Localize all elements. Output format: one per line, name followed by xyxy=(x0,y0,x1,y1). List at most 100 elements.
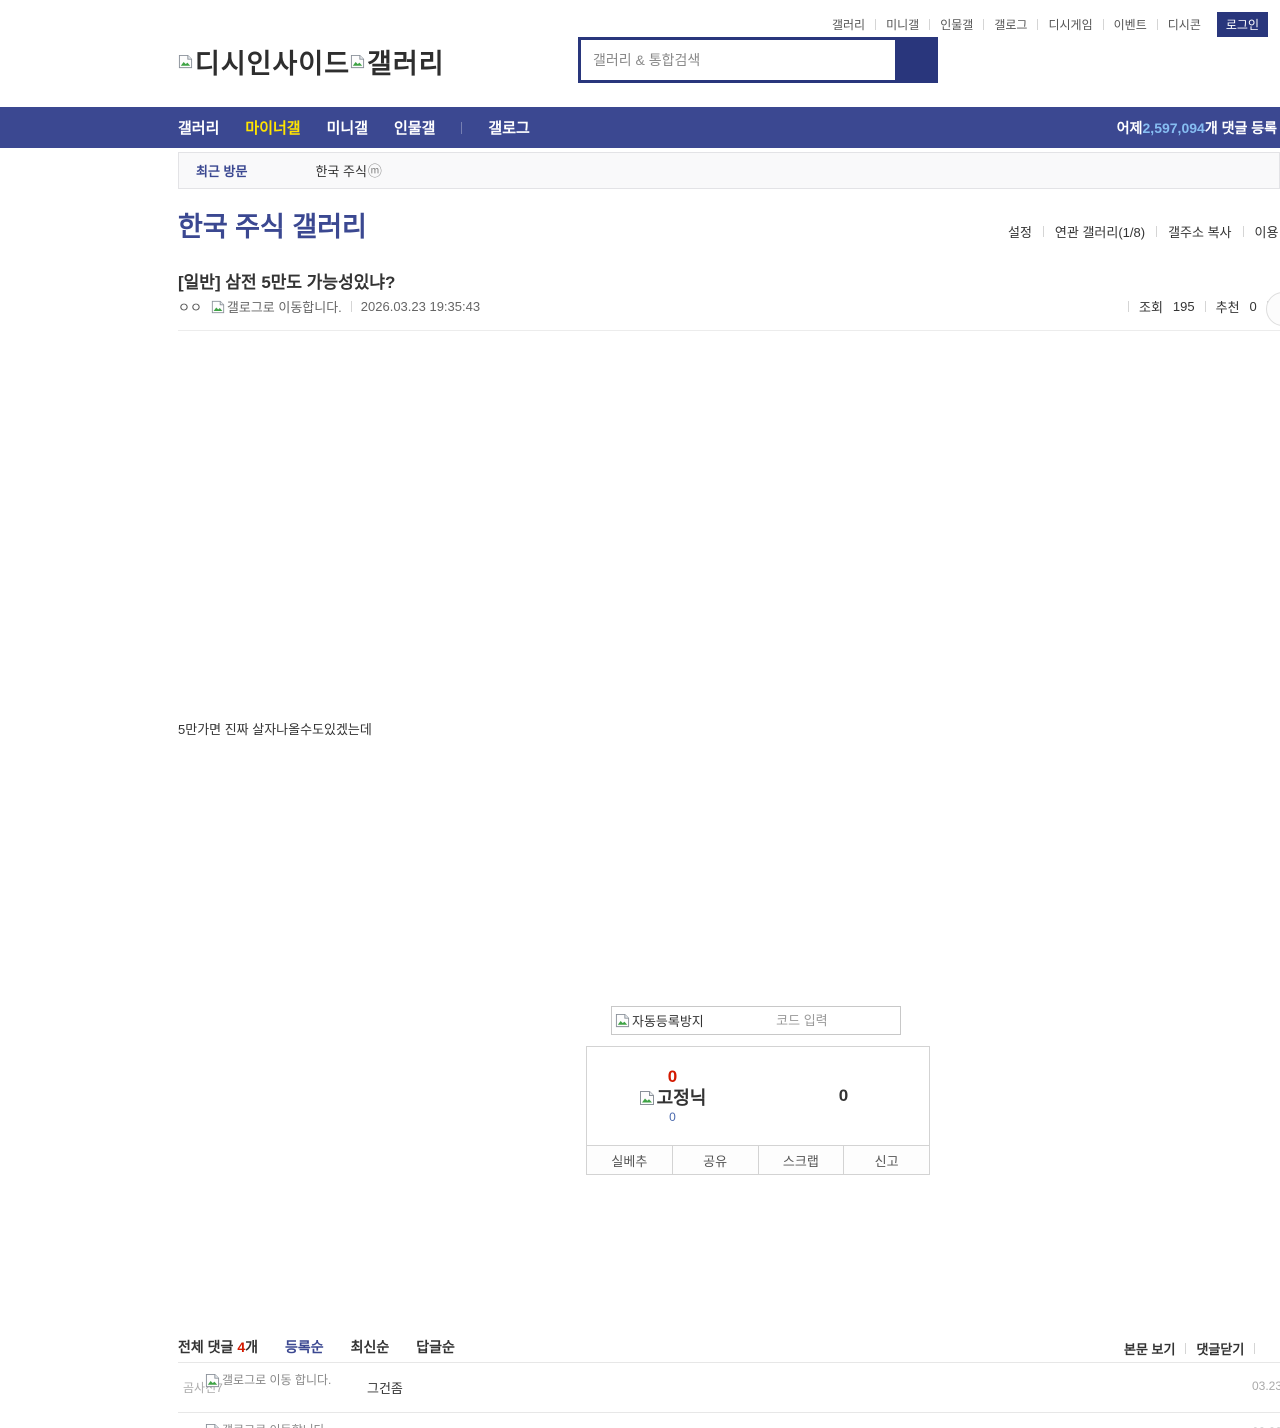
captcha-alt-text: 자동등록방지 xyxy=(632,1011,704,1030)
upvote-area: 0 고정닉 0 xyxy=(587,1047,758,1145)
divider xyxy=(1185,1343,1186,1354)
vote-box: 0 고정닉 0 0 xyxy=(586,1046,930,1146)
recent-visit-label[interactable]: 최근 방문 xyxy=(196,161,247,180)
rec-count: 0 xyxy=(1250,299,1257,314)
divider xyxy=(1037,19,1038,30)
broken-image-icon xyxy=(350,54,365,69)
post-body-text: 5만가면 진짜 살자나올수도있겠는데 xyxy=(178,719,372,738)
post-meta: ㅇㅇ 갤로그로 이동합니다. 2026.03.23 19:35:43 xyxy=(178,297,480,316)
comments-count: 4 xyxy=(237,1339,245,1355)
search-box xyxy=(578,37,938,83)
gallog-alt-text: 갤로그로 이동합니다. xyxy=(227,297,342,316)
broken-image-icon xyxy=(615,1013,630,1028)
divider xyxy=(1254,1343,1255,1354)
toplink-gallog[interactable]: 갤로그 xyxy=(994,16,1027,33)
stats-suffix: 개 댓글 등록 xyxy=(1205,118,1277,138)
recent-gallery-link[interactable]: 한국 주식 ⓜ xyxy=(315,161,381,181)
page: 갤러리 미니갤 인물갤 갤로그 디시게임 이벤트 디시콘 로그인 디시인사이드 … xyxy=(0,0,1280,1428)
post-meta-right: 조회 195 추천 0 xyxy=(1128,297,1268,316)
top-utility-bar: 갤러리 미니갤 인물갤 갤로그 디시게임 이벤트 디시콘 로그인 xyxy=(832,12,1268,37)
divider xyxy=(178,330,1280,331)
gallog-link[interactable]: 갤로그로 이동 합니다. xyxy=(205,1372,337,1388)
recent-visit-bar: 최근 방문 한국 주식 ⓜ xyxy=(178,152,1280,189)
divider xyxy=(1128,301,1129,312)
nav-item-gallog[interactable]: 갤로그 xyxy=(488,117,529,138)
toplink-dcgame[interactable]: 디시게임 xyxy=(1048,16,1092,33)
divider xyxy=(1043,226,1044,237)
divider xyxy=(178,1362,1280,1363)
comment-text: 세번이 xyxy=(367,1424,403,1428)
rec-label: 추천 xyxy=(1216,297,1240,316)
search-input[interactable] xyxy=(581,40,895,80)
post-action-buttons: 실베추 공유 스크랩 신고 xyxy=(586,1145,930,1175)
sort-registered[interactable]: 등록순 xyxy=(285,1337,324,1357)
comment-row: 곰사진7 갤로그로 이동 합니다. 그건좀 03.23 xyxy=(178,1370,1280,1412)
post-date: 2026.03.23 19:35:43 xyxy=(361,299,480,314)
views-label: 조회 xyxy=(1139,297,1163,316)
toplink-event[interactable]: 이벤트 xyxy=(1114,16,1147,33)
gallery-links: 설정 연관 갤러리(1/8) 갤주소 복사 이용 xyxy=(1008,222,1278,241)
divider xyxy=(1205,301,1206,312)
post-title: [일반] 삼전 5만도 가능성있냐? xyxy=(178,268,395,293)
comment-stats: 어제 2,597,094 개 댓글 등록 xyxy=(1117,107,1277,148)
related-gallery-link[interactable]: 연관 갤러리(1/8) xyxy=(1055,222,1145,241)
post-author[interactable]: ㅇㅇ xyxy=(178,297,202,316)
fixed-nick-row: 고정닉 xyxy=(639,1087,707,1109)
nav-item-minigall[interactable]: 미니갤 xyxy=(327,117,368,138)
minor-gallery-badge-icon: ⓜ xyxy=(368,161,382,181)
broken-image-icon xyxy=(205,1373,220,1388)
divider xyxy=(178,1412,1280,1413)
captcha-code-input[interactable] xyxy=(704,1013,900,1028)
toplink-minigall[interactable]: 미니갤 xyxy=(886,16,919,33)
downvote-area: 0 xyxy=(758,1047,929,1145)
view-post-link[interactable]: 본문 보기 xyxy=(1124,1339,1175,1358)
logo-text-gallery: 갤러리 xyxy=(367,42,445,81)
divider xyxy=(351,301,352,312)
divider xyxy=(1103,19,1104,30)
nav-item-gallery[interactable]: 갤러리 xyxy=(178,117,219,138)
comment-text: 그건좀 xyxy=(367,1378,403,1397)
divider xyxy=(929,19,930,30)
comment-date: 03.23 xyxy=(1252,1379,1280,1393)
broken-image-icon xyxy=(178,54,193,69)
recent-gallery-name: 한국 주식 xyxy=(315,161,366,180)
share-button[interactable]: 공유 xyxy=(673,1145,759,1175)
gallog-link[interactable]: 갤로그로 이동합니다. xyxy=(211,297,342,316)
divider xyxy=(461,122,462,134)
silbechu-button[interactable]: 실베추 xyxy=(586,1145,673,1175)
main-nav: 갤러리 마이너갤 미니갤 인물갤 갤로그 어제 2,597,094 개 댓글 등… xyxy=(0,107,1280,148)
comments-total-label: 전체 댓글 xyxy=(178,1339,237,1355)
downvote-count[interactable]: 0 xyxy=(839,1086,848,1106)
toplink-persongall[interactable]: 인물갤 xyxy=(940,16,973,33)
sort-reply[interactable]: 답글순 xyxy=(416,1337,455,1357)
upvote-count[interactable]: 0 xyxy=(668,1067,677,1087)
report-button[interactable]: 신고 xyxy=(844,1145,930,1175)
stats-count: 2,597,094 xyxy=(1143,120,1205,136)
divider xyxy=(1243,226,1244,237)
site-logo[interactable]: 디시인사이드 갤러리 xyxy=(178,42,445,81)
gallog-link[interactable]: 갤로그로 이동합니다 xyxy=(205,1422,365,1428)
toplink-dccon[interactable]: 디시콘 xyxy=(1168,16,1201,33)
guide-link[interactable]: 이용 xyxy=(1255,222,1279,241)
stats-prefix: 어제 xyxy=(1117,118,1143,138)
toplink-gallery[interactable]: 갤러리 xyxy=(832,16,865,33)
gallery-settings-link[interactable]: 설정 xyxy=(1008,222,1032,241)
login-button[interactable]: 로그인 xyxy=(1217,12,1268,37)
captcha-image: 자동등록방지 xyxy=(612,1011,704,1030)
close-comments-link[interactable]: 댓글닫기 xyxy=(1196,1339,1244,1358)
fixed-nick-label: 고정닉 xyxy=(657,1087,707,1109)
comment-toggle-pill[interactable] xyxy=(1266,292,1280,326)
comments-total: 전체 댓글 4개 xyxy=(178,1337,258,1357)
gallery-title[interactable]: 한국 주식 갤러리 xyxy=(178,205,367,244)
copy-url-link[interactable]: 갤주소 복사 xyxy=(1168,222,1231,241)
search-button[interactable] xyxy=(895,40,935,80)
gallog-alt-text: 갤로그로 이동 합니다. xyxy=(222,1372,331,1388)
divider xyxy=(875,19,876,30)
broken-image-icon xyxy=(205,1423,220,1428)
nav-item-persongall[interactable]: 인물갤 xyxy=(394,117,435,138)
sort-newest[interactable]: 최신순 xyxy=(351,1337,390,1357)
nav-item-minorgall[interactable]: 마이너갤 xyxy=(245,117,300,138)
divider xyxy=(1156,226,1157,237)
scrap-button[interactable]: 스크랩 xyxy=(759,1145,845,1175)
views-count: 195 xyxy=(1173,299,1195,314)
